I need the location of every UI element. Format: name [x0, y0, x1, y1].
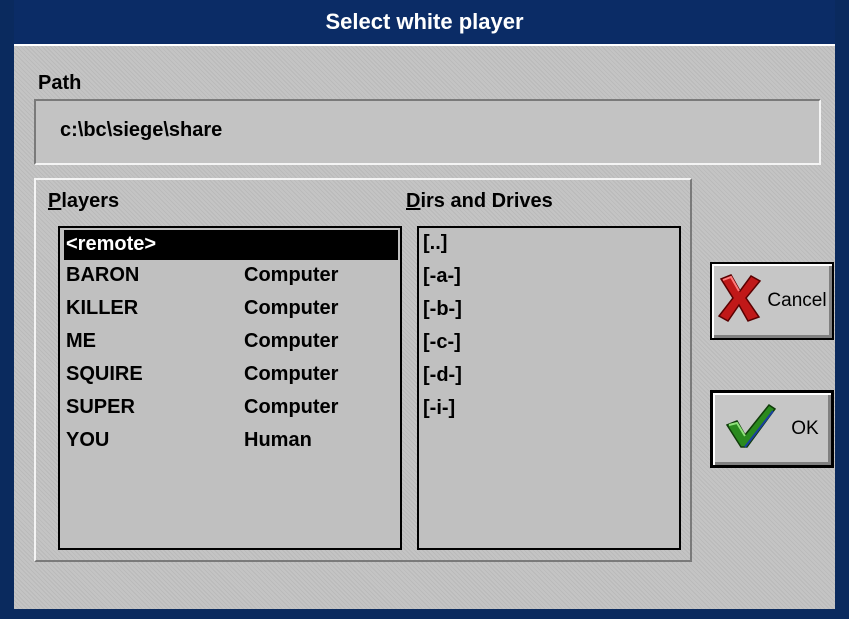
title-bar[interactable]: Select white player [14, 0, 835, 46]
window-title: Select white player [325, 9, 524, 34]
green-checkmark-icon [725, 403, 777, 455]
drive-item-b[interactable]: [-b-] [423, 298, 462, 321]
player-type: Computer [244, 264, 339, 286]
drive-item-d[interactable]: [-d-] [423, 364, 462, 387]
red-x-icon [717, 273, 763, 329]
ok-label: OK [791, 418, 819, 439]
player-name: KILLER [66, 297, 139, 319]
ok-button[interactable]: OK [710, 390, 834, 468]
player-type: Computer [244, 297, 339, 319]
player-name: SQUIRE [66, 363, 143, 385]
path-label: Path [38, 72, 82, 94]
drive-item-i[interactable]: [-i-] [423, 397, 455, 420]
select-player-dialog: Select white player Path c:\bc\siege\sha… [0, 0, 849, 619]
path-value: c:\bc\siege\share [60, 119, 223, 141]
players-caption: Players [48, 190, 119, 213]
player-row-remote[interactable]: <remote> [64, 230, 398, 260]
player-name: ME [66, 330, 96, 352]
player-type: Computer [244, 396, 339, 418]
dirs-caption-accesskey: D [406, 190, 421, 212]
player-name: BARON [66, 264, 140, 286]
drive-item-c[interactable]: [-c-] [423, 331, 461, 354]
players-listbox[interactable]: <remote> BARON Computer KILLER Computer … [58, 226, 402, 550]
player-type: Computer [244, 363, 339, 385]
drive-item-a[interactable]: [-a-] [423, 265, 461, 288]
players-caption-text: layers [61, 190, 120, 212]
dirs-caption: Dirs and Drives [406, 190, 553, 213]
player-name: SUPER [66, 396, 135, 418]
player-type: Computer [244, 330, 339, 352]
cancel-label: Cancel [767, 290, 827, 311]
dir-item-parent[interactable]: [..] [423, 232, 447, 255]
path-field: c:\bc\siege\share [34, 99, 821, 165]
player-type: Human [244, 429, 312, 451]
players-caption-accesskey: P [48, 190, 62, 212]
dirs-drives-listbox[interactable]: [..] [-a-] [-b-] [-c-] [-d-] [-i-] [417, 226, 681, 550]
dirs-caption-text: irs and Drives [420, 190, 553, 212]
player-name: YOU [66, 429, 110, 451]
cancel-button[interactable]: Cancel [710, 262, 834, 340]
player-name: <remote> [66, 233, 157, 255]
